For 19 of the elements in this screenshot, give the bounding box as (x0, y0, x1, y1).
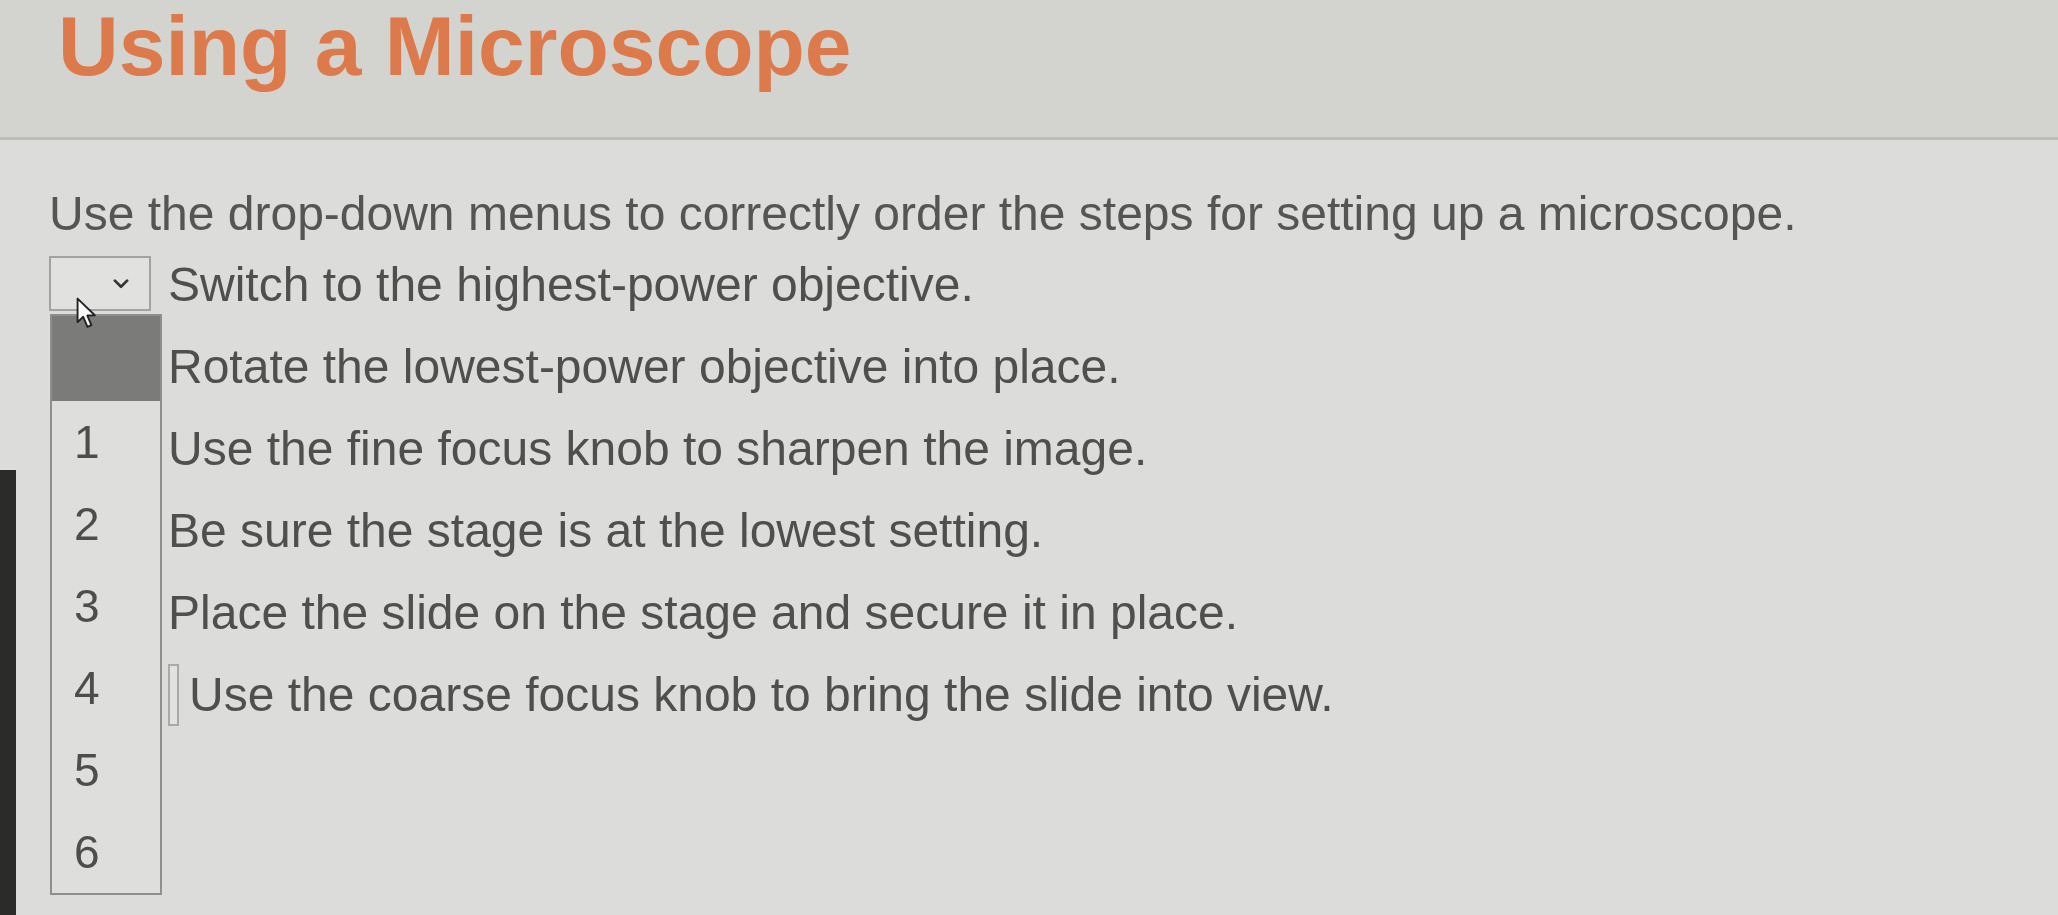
dropdown-option[interactable]: 3 (52, 565, 160, 647)
step-text: Use the fine focus knob to sharpen the image. (168, 421, 1148, 477)
step-text: Switch to the highest-power objective. (168, 257, 974, 313)
step-text: Use the coarse focus knob to bring the slide into view. (189, 667, 1334, 723)
chevron-down-icon (113, 278, 129, 289)
step-text: Rotate the lowest-power objective into place. (168, 339, 1121, 395)
step-text: Be sure the stage is at the lowest setting. (168, 503, 1044, 559)
dropdown-select[interactable] (49, 256, 151, 311)
dropdown-option[interactable]: 6 (52, 811, 160, 893)
dropdown-option[interactable]: 2 (52, 483, 160, 565)
dropdown-option[interactable] (52, 316, 160, 401)
dropdown-option[interactable]: 5 (52, 729, 160, 811)
step-text: Place the slide on the stage and secure it in place. (168, 585, 1238, 641)
dropdown-option[interactable]: 4 (52, 647, 160, 729)
dropdown-field[interactable] (168, 664, 179, 726)
page-title: Using a Microscope (58, 0, 852, 92)
instruction-text: Use the drop-down menus to correctly order the steps for setting up a microscope. (49, 186, 1798, 242)
dropdown-option[interactable]: 1 (52, 401, 160, 483)
cursor-icon (76, 297, 98, 330)
